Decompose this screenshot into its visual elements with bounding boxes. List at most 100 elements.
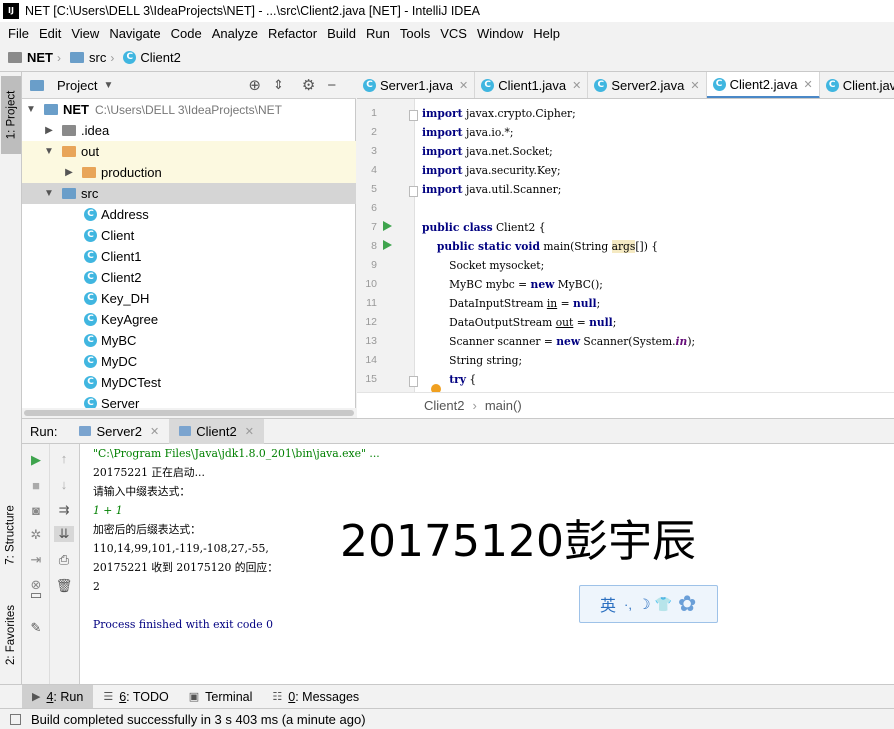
tab-server1[interactable]: C Server1.java ✕ [357, 72, 476, 98]
run-tab-client2[interactable]: Client2 ✕ [169, 418, 264, 444]
todo-icon: ☰ [103, 691, 114, 703]
tab-server2[interactable]: C Server2.java ✕ [588, 72, 707, 98]
debug-icon[interactable]: ✲ [28, 527, 44, 543]
collapse-all-icon[interactable]: ⇕ [273, 77, 284, 93]
layout-icon[interactable]: ▭ [28, 587, 44, 603]
tree-item-class[interactable]: C MyDCTest [22, 372, 356, 393]
scroll-to-end-icon[interactable]: ⇊ [54, 526, 74, 542]
breadcrumb-method[interactable]: main() [485, 398, 522, 413]
menu-analyze[interactable]: Analyze [207, 26, 263, 41]
soft-wrap-icon[interactable]: ⇉ [56, 502, 72, 518]
tab-shortcut: 0 [288, 689, 296, 704]
moon-icon[interactable]: ☽ [638, 596, 651, 613]
scrollbar-thumb[interactable] [24, 410, 354, 416]
trash-icon[interactable]: 🗑 [56, 578, 73, 594]
chevron-down-icon[interactable]: ▼ [103, 80, 113, 91]
tool-windows-icon[interactable] [10, 713, 21, 725]
menu-vcs[interactable]: VCS [435, 26, 472, 41]
close-icon[interactable]: ✕ [245, 425, 254, 438]
tree-item-out[interactable]: ▼ out [22, 141, 356, 162]
chevron-down-icon[interactable]: ▼ [44, 188, 54, 199]
breadcrumb-net[interactable]: NET › [8, 50, 66, 65]
ime-punctuation-icon[interactable]: ·, [624, 597, 632, 612]
ime-toolbar[interactable]: 英 ·, ☽ 👕 ✿ [579, 585, 718, 623]
breadcrumb-client2[interactable]: C Client2 [123, 50, 181, 65]
close-icon[interactable]: ✕ [150, 425, 159, 438]
locate-icon[interactable]: ⊕ [248, 76, 261, 94]
menu-view[interactable]: View [66, 26, 104, 41]
tree-item-idea[interactable]: ▶ .idea [22, 120, 356, 141]
arrow-up-icon[interactable]: ↑ [56, 450, 72, 466]
menu-refactor[interactable]: Refactor [263, 26, 322, 41]
hide-icon[interactable]: − [327, 77, 336, 94]
close-icon[interactable]: ✕ [459, 79, 468, 92]
tree-item-class[interactable]: C Client [22, 225, 356, 246]
bottom-tab-terminal[interactable]: ▣ Terminal [179, 685, 263, 709]
chevron-right-icon: › [57, 50, 61, 65]
chevron-down-icon[interactable]: ▼ [26, 104, 36, 115]
chevron-right-icon[interactable]: ▶ [44, 125, 54, 136]
tree-item-class[interactable]: C Client1 [22, 246, 356, 267]
menu-help[interactable]: Help [528, 26, 565, 41]
tree-item-net-root[interactable]: ▼ NET C:\Users\DELL 3\IdeaProjects\NET [22, 99, 356, 120]
left-tool-strip: 1: Project 7: Structure 2: Favorites [0, 72, 22, 684]
tree-item-label: Client1 [101, 249, 142, 264]
editor-breadcrumb: Client2 › main() [357, 392, 894, 418]
tab-label: : TODO [126, 689, 169, 704]
tree-item-label: Address [101, 207, 149, 222]
tree-item-production[interactable]: ▶ production [22, 162, 356, 183]
overlay-name-text: 20175120彭宇辰 [340, 516, 696, 567]
code-line: try { [422, 370, 476, 389]
tree-item-class[interactable]: C MyBC [22, 330, 356, 351]
tab-client1[interactable]: C Client1.java ✕ [475, 72, 589, 98]
project-view-selector[interactable]: Project [57, 78, 97, 93]
restore-layout-icon[interactable]: ⇥ [28, 552, 44, 568]
menu-navigate[interactable]: Navigate [104, 26, 165, 41]
tool-tab-project[interactable]: 1: Project [1, 76, 21, 154]
tree-item-class[interactable]: C Client2 [22, 267, 356, 288]
tab-client[interactable]: CClient.java [820, 72, 894, 98]
bottom-tab-messages[interactable]: ☷ 0: Messages [262, 685, 369, 709]
menu-file[interactable]: File [3, 26, 34, 41]
close-icon[interactable]: ✕ [690, 79, 699, 92]
code-area[interactable]: import javax.crypto.Cipher; import java.… [357, 99, 894, 392]
chevron-right-icon[interactable]: ▶ [64, 167, 74, 178]
camera-icon[interactable]: ◙ [28, 502, 44, 518]
bottom-tab-todo[interactable]: ☰ 6: TODO [93, 685, 178, 709]
tree-item-src[interactable]: ▼ src [22, 183, 356, 204]
tree-item-class[interactable]: C KeyAgree [22, 309, 356, 330]
code-line: DataOutputStream out = null; [422, 313, 616, 332]
ime-language-label[interactable]: 英 [600, 592, 616, 616]
close-icon[interactable]: ✕ [804, 78, 813, 91]
status-message[interactable]: Build completed successfully in 3 s 403 … [31, 712, 366, 727]
tool-tab-favorites[interactable]: 2: Favorites [1, 590, 21, 680]
print-icon[interactable]: ⎙ [56, 552, 72, 568]
tree-item-class[interactable]: C Address [22, 204, 356, 225]
close-icon[interactable]: ✕ [572, 79, 581, 92]
stop-icon[interactable]: ■ [28, 477, 44, 493]
run-tab-server2[interactable]: Server2 ✕ [69, 419, 169, 444]
tool-tab-label: 2: Favorites [5, 604, 18, 666]
horizontal-scrollbar[interactable] [22, 408, 356, 418]
gear-icon[interactable]: ⚙ [302, 76, 315, 94]
menu-window[interactable]: Window [472, 26, 528, 41]
menu-tools[interactable]: Tools [395, 26, 435, 41]
tree-item-class[interactable]: C Key_DH [22, 288, 356, 309]
breadcrumb-class[interactable]: Client2 [424, 398, 464, 413]
bottom-tab-run[interactable]: ▶ 4: Run [22, 684, 94, 709]
window-title: NET [C:\Users\DELL 3\IdeaProjects\NET] -… [25, 4, 480, 18]
tree-item-class[interactable]: C MyDC [22, 351, 356, 372]
rerun-icon[interactable]: ▶ [28, 452, 44, 468]
intellij-logo-icon: IJ [3, 3, 19, 19]
menu-code[interactable]: Code [166, 26, 207, 41]
menu-build[interactable]: Build [322, 26, 361, 41]
breadcrumb-src[interactable]: src › [70, 50, 119, 65]
shirt-icon[interactable]: 👕 [655, 596, 672, 613]
tool-tab-structure[interactable]: 7: Structure [1, 490, 21, 580]
tab-client2[interactable]: C Client2.java ✕ [706, 72, 820, 98]
menu-run[interactable]: Run [361, 26, 395, 41]
menu-edit[interactable]: Edit [34, 26, 66, 41]
arrow-down-icon[interactable]: ↓ [56, 476, 72, 492]
pin-icon[interactable]: ✎ [28, 620, 44, 636]
chevron-down-icon[interactable]: ▼ [44, 146, 54, 157]
